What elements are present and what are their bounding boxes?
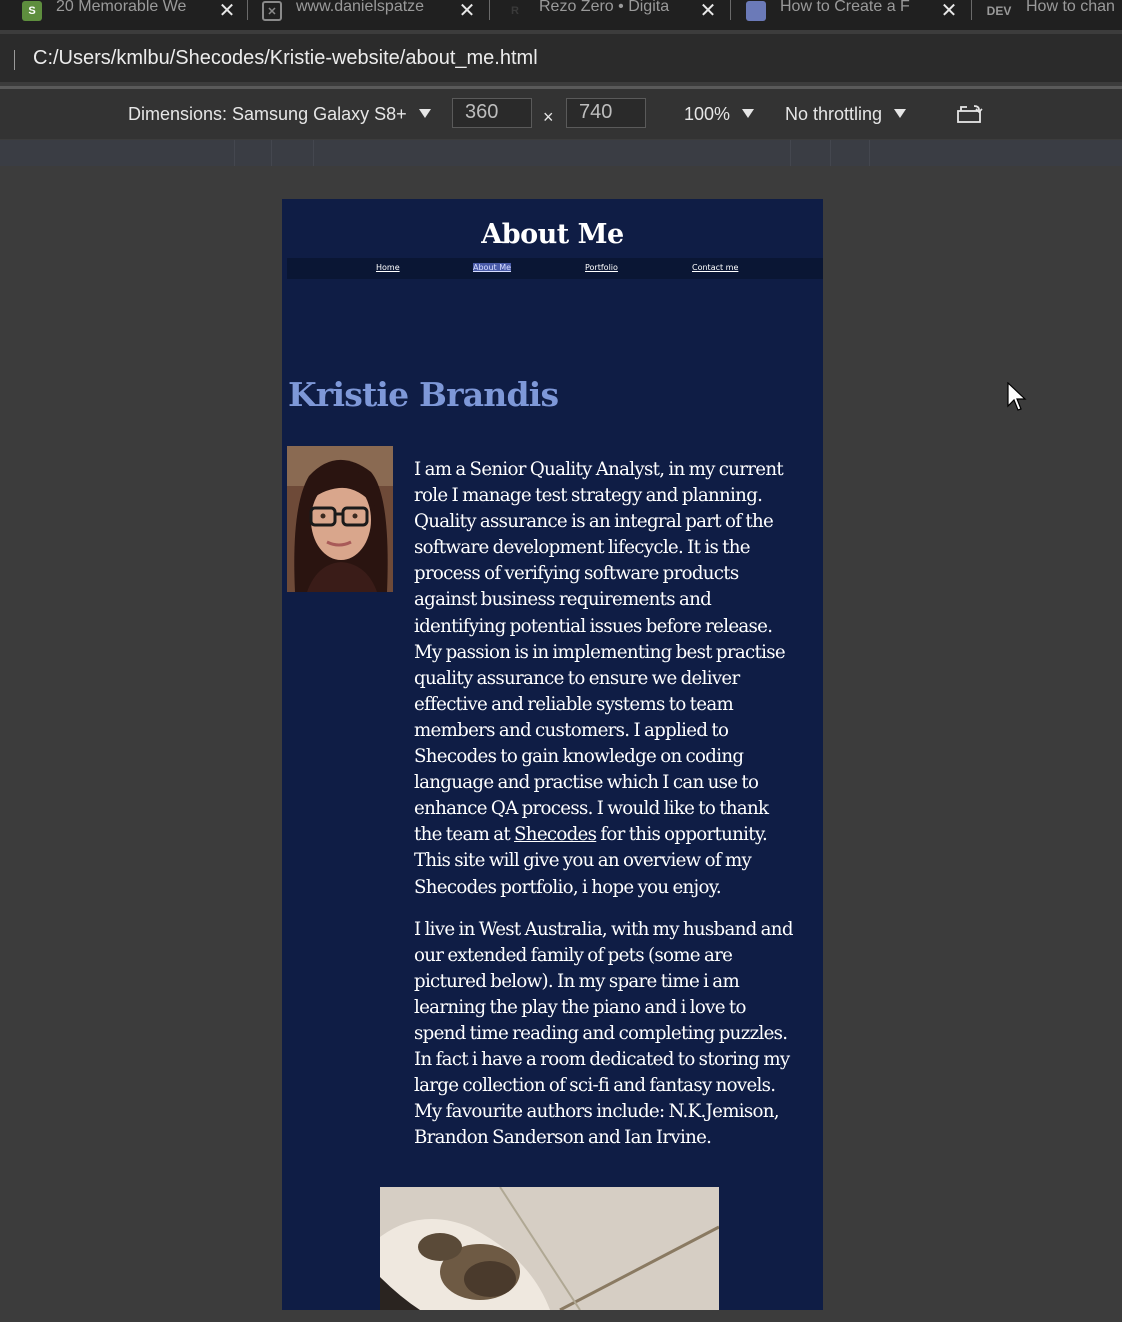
tab-5[interactable]: DEV How to chan — [986, 0, 1122, 22]
tab-4[interactable]: How to Create a F ✕ — [746, 0, 959, 22]
tab-1[interactable]: S 20 Memorable We ✕ — [22, 0, 237, 22]
site-nav: Home About Me Portfolio Contact me — [287, 258, 823, 279]
throttling-dropdown[interactable]: No throttling — [785, 104, 907, 125]
tab-2[interactable]: ✕ www.danielspatze ✕ — [262, 0, 477, 22]
chevron-down-icon — [894, 109, 907, 118]
page-icon: ✕ — [262, 1, 282, 21]
close-icon[interactable]: ✕ — [939, 0, 959, 22]
pet-photo — [380, 1187, 719, 1310]
nav-portfolio-link[interactable]: Portfolio — [585, 263, 618, 272]
chevron-down-icon — [418, 109, 431, 118]
times-sign: × — [543, 107, 554, 127]
dimensions-dropdown[interactable]: Dimensions: Samsung Galaxy S8+ — [128, 104, 431, 125]
nav-home-link[interactable]: Home — [376, 263, 400, 272]
tab-separator — [247, 0, 248, 20]
nav-contact-link[interactable]: Contact me — [692, 263, 738, 272]
profile-photo — [287, 446, 393, 592]
tab-separator — [489, 0, 490, 20]
rotate-icon[interactable] — [957, 104, 983, 124]
device-viewport: About Me Home About Me Portfolio Contact… — [282, 199, 823, 1310]
tab-3[interactable]: R Rezo Zero • Digita ✕ — [505, 0, 718, 22]
device-toolbar: Dimensions: Samsung Galaxy S8+ 360 × 740… — [0, 89, 1122, 139]
address-bar-divider — [14, 50, 15, 70]
address-url[interactable]: C:/Users/kmlbu/Shecodes/Kristie-website/… — [33, 47, 538, 70]
about-text: I am a Senior Quality Analyst, in my cur… — [414, 457, 799, 1167]
tab-separator — [730, 0, 731, 20]
name-heading: Kristie Brandis — [288, 375, 559, 414]
page-title: About Me — [481, 219, 624, 250]
height-input[interactable]: 740 — [566, 98, 646, 128]
floppy-icon — [746, 1, 766, 21]
address-bar[interactable]: C:/Users/kmlbu/Shecodes/Kristie-website/… — [0, 34, 1122, 82]
tab-bar: S 20 Memorable We ✕ ✕ www.danielspatze ✕… — [0, 0, 1122, 30]
dev-icon: DEV — [986, 4, 1012, 18]
shopify-icon: S — [22, 1, 42, 21]
close-icon[interactable]: ✕ — [217, 0, 237, 22]
personal-paragraph: I live in West Australia, with my husban… — [414, 918, 793, 1149]
shecodes-link[interactable]: Shecodes — [514, 824, 597, 845]
tab-separator — [971, 0, 972, 20]
width-input[interactable]: 360 — [452, 98, 532, 128]
intro-paragraph: I am a Senior Quality Analyst, in my cur… — [414, 459, 786, 898]
media-query-ruler — [0, 140, 1122, 166]
close-icon[interactable]: ✕ — [698, 0, 718, 22]
rezo-icon: R — [511, 5, 519, 17]
close-icon[interactable]: ✕ — [457, 0, 477, 22]
zoom-dropdown[interactable]: 100% — [684, 104, 755, 125]
chevron-down-icon — [742, 109, 755, 118]
mouse-cursor-icon — [1007, 382, 1027, 411]
nav-about-link[interactable]: About Me — [473, 263, 512, 272]
